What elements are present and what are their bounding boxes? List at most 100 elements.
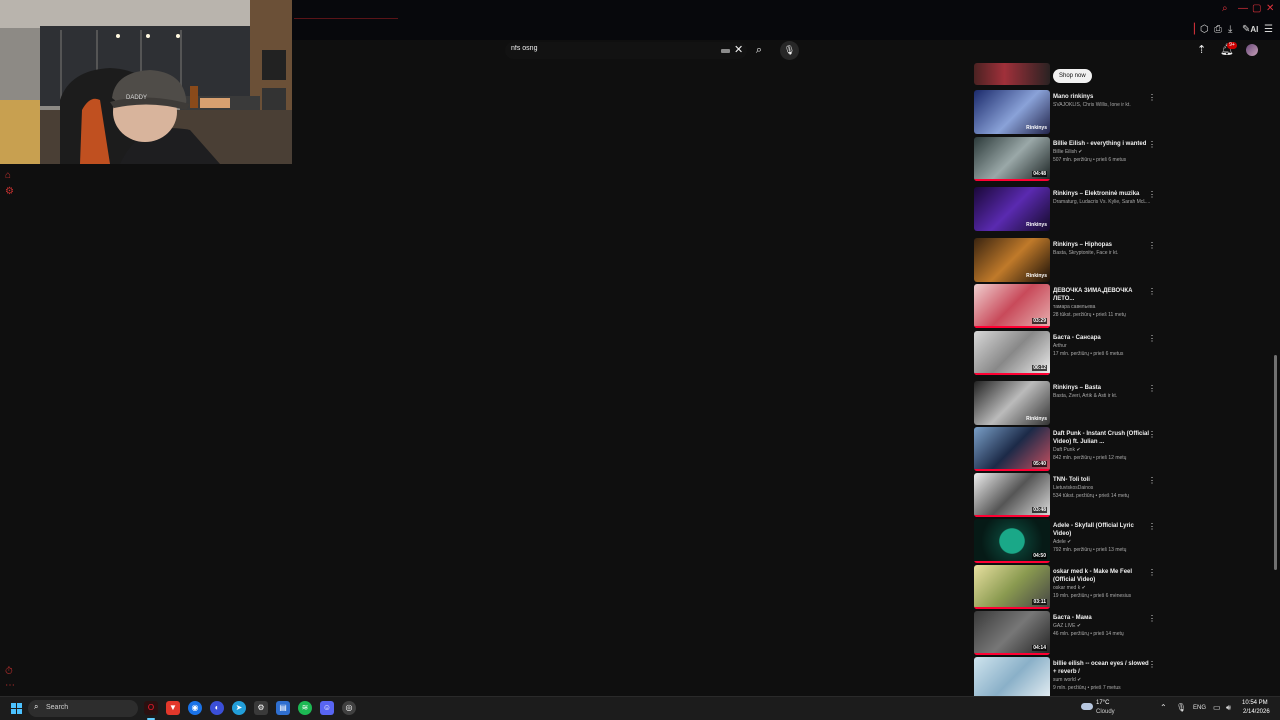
input-language[interactable]: ENG	[1193, 705, 1206, 711]
channel-name[interactable]: oskar med k ✔	[1053, 584, 1153, 592]
taskbar-search[interactable]: ⌕ Search	[28, 700, 138, 717]
channel-name[interactable]: SVAJOKLIS, Chris Willis, Ione ir kt.	[1053, 101, 1153, 109]
sidebar-settings-icon[interactable]: ⚙	[5, 186, 14, 197]
more-actions-icon[interactable]: ⋮	[1148, 93, 1156, 102]
video-thumbnail[interactable]: Rinkinys	[974, 187, 1050, 231]
more-actions-icon[interactable]: ⋮	[1148, 522, 1156, 531]
opera-app-icon[interactable]: O	[144, 701, 158, 715]
more-actions-icon[interactable]: ⋮	[1148, 384, 1156, 393]
video-thumbnail[interactable]: 04:50	[974, 519, 1050, 563]
channel-name[interactable]: GAZ LIVE ✔	[1053, 622, 1153, 630]
account-avatar[interactable]	[1246, 44, 1258, 56]
ad-thumbnail[interactable]	[974, 63, 1050, 85]
recommendation-item[interactable]: 04:14 Баста - Мама GAZ LIVE ✔ 46 mln. perži…	[974, 611, 1156, 657]
video-thumbnail[interactable]: Rinkinys	[974, 238, 1050, 282]
recommendation-item[interactable]: 03:11 oskar med k - Make Me Feel (Officia…	[974, 565, 1156, 611]
video-title[interactable]: Баста - Мама	[1053, 614, 1153, 622]
obs-app-icon[interactable]: ◎	[342, 701, 356, 715]
search-input[interactable]	[511, 45, 711, 52]
arc-app-icon[interactable]: ◐	[210, 701, 224, 715]
channel-name[interactable]: LietuviskosDainos	[1053, 484, 1153, 492]
close-window-icon[interactable]: ✕	[1266, 3, 1274, 14]
video-thumbnail[interactable]: 03:48	[974, 473, 1050, 517]
video-thumbnail[interactable]: Rinkinys	[974, 90, 1050, 134]
tray-volume-icon[interactable]: 🔊︎	[1226, 703, 1231, 713]
maximize-icon[interactable]: ▢	[1252, 3, 1261, 14]
more-actions-icon[interactable]: ⋮	[1148, 660, 1156, 669]
weather-temperature[interactable]: 17°C	[1096, 700, 1109, 706]
cloud-icon[interactable]	[1081, 703, 1093, 710]
more-actions-icon[interactable]: ⋮	[1148, 190, 1156, 199]
menu-icon[interactable]: ☰	[1264, 24, 1273, 35]
video-title[interactable]: Баста - Сансара	[1053, 334, 1153, 342]
video-title[interactable]: Daft Punk - Instant Crush (Official Vide…	[1053, 430, 1153, 446]
recommendation-item[interactable]: 04:50 Adele - Skyfall (Official Lyric Vid…	[974, 519, 1156, 565]
search-button[interactable]: ⌕	[749, 42, 769, 59]
recommendation-item[interactable]: 06:12 Баста - Сансара Arthur 17 mln. peržiū…	[974, 331, 1156, 377]
video-thumbnail[interactable]: 06:12	[974, 331, 1050, 375]
download-icon[interactable]: ⤓	[1228, 24, 1232, 35]
recommendation-item[interactable]: Rinkinys Rinkinys – Hiphopas Basta, Skrypt…	[974, 238, 1156, 284]
weather-condition[interactable]: Cloudy	[1096, 709, 1115, 715]
spotify-app-icon[interactable]: ≋	[298, 701, 312, 715]
channel-name[interactable]: Basta, Skryptonite, Face ir kt.	[1053, 249, 1153, 257]
more-actions-icon[interactable]: ⋮	[1148, 287, 1156, 296]
tray-microphone-icon[interactable]: 🎙︎	[1176, 703, 1186, 712]
recommendation-item[interactable]: 04:48 Billie Eilish - everything i wanted…	[974, 137, 1156, 183]
more-actions-icon[interactable]: ⋮	[1148, 430, 1156, 439]
notepad-app-icon[interactable]: ▤	[276, 701, 290, 715]
browser-search-icon[interactable]: ⌕	[1222, 3, 1228, 14]
channel-name[interactable]: тамара савельева	[1053, 303, 1153, 311]
video-thumbnail[interactable]: 03:11	[974, 565, 1050, 609]
scrollbar-thumb[interactable]	[1274, 355, 1277, 570]
recommendation-item[interactable]: 03:48 TNN- Toli toli LietuviskosDainos 534 …	[974, 473, 1156, 519]
more-actions-icon[interactable]: ⋮	[1148, 140, 1156, 149]
keyboard-icon[interactable]	[721, 49, 730, 53]
recommendation-item[interactable]: Rinkinys Mano rinkinys SVAJOKLIS, Chris Wi…	[974, 90, 1156, 136]
more-actions-icon[interactable]: ⋮	[1148, 568, 1156, 577]
shop-now-button[interactable]: Shop now	[1053, 69, 1092, 83]
video-title[interactable]: ДЕВОЧКА ЗИМА,ДЕВОЧКА ЛЕТО...	[1053, 287, 1153, 303]
video-thumbnail[interactable]: 05:40	[974, 427, 1050, 471]
minimize-icon[interactable]: —	[1238, 3, 1248, 14]
video-title[interactable]: Adele - Skyfall (Official Lyric Video)	[1053, 522, 1153, 538]
video-title[interactable]: oskar med k - Make Me Feel (Official Vid…	[1053, 568, 1153, 584]
channel-name[interactable]: Basta, Zveri, Artik & Asti ir kt.	[1053, 392, 1153, 400]
discord-app-icon[interactable]: ☺	[320, 701, 334, 715]
video-title[interactable]: billie eilish -- ocean eyes / slowed + r…	[1053, 660, 1153, 676]
video-thumbnail[interactable]	[974, 657, 1050, 701]
upload-icon[interactable]: ⇡	[1197, 43, 1206, 56]
video-thumbnail[interactable]: Rinkinys	[974, 381, 1050, 425]
ai-button[interactable]: ✎AI	[1242, 24, 1258, 35]
clear-search-icon[interactable]: ✕	[734, 43, 743, 56]
channel-name[interactable]: Billie Eilish ✔	[1053, 148, 1153, 156]
recommendation-item[interactable]: 05:40 Daft Punk - Instant Crush (Official…	[974, 427, 1156, 473]
more-actions-icon[interactable]: ⋮	[1148, 241, 1156, 250]
video-thumbnail[interactable]: 03:29	[974, 284, 1050, 328]
channel-name[interactable]: Arthur	[1053, 342, 1153, 350]
windows-start-icon[interactable]	[11, 703, 22, 714]
video-thumbnail[interactable]: 04:48	[974, 137, 1050, 181]
channel-name[interactable]: Dramaturg, Ludacris Vs. Kylie, Sarah McL…	[1053, 198, 1153, 206]
video-title[interactable]: Rinkinys – Basta	[1053, 384, 1153, 392]
tray-display-icon[interactable]: ▭	[1213, 703, 1221, 712]
video-title[interactable]: Rinkinys – Elektroninė muzika	[1053, 190, 1153, 198]
video-title[interactable]: Mano rinkinys	[1053, 93, 1153, 101]
video-title[interactable]: Rinkinys – Hiphopas	[1053, 241, 1153, 249]
telegram-app-icon[interactable]: ➤	[232, 701, 246, 715]
sidebar-home-icon[interactable]: ⌂	[5, 170, 11, 181]
video-thumbnail[interactable]: 04:14	[974, 611, 1050, 655]
video-title[interactable]: TNN- Toli toli	[1053, 476, 1153, 484]
settings-app-icon[interactable]: ⚙	[254, 701, 268, 715]
more-actions-icon[interactable]: ⋮	[1148, 476, 1156, 485]
snapshot-icon[interactable]: ⎙	[1214, 24, 1222, 35]
chrome-app-icon[interactable]: ◉	[188, 701, 202, 715]
channel-name[interactable]: Adele ✔	[1053, 538, 1153, 546]
extensions-icon[interactable]: ⬡	[1200, 24, 1209, 35]
channel-name[interactable]: Daft Punk ✔	[1053, 446, 1153, 454]
tray-overflow-icon[interactable]: ⌃	[1160, 703, 1167, 712]
more-actions-icon[interactable]: ⋮	[1148, 614, 1156, 623]
clock-date[interactable]: 2/14/2026	[1243, 709, 1270, 715]
sidebar-more-icon[interactable]: ⋯	[5, 680, 15, 691]
recommendation-item[interactable]: Rinkinys Rinkinys – Elektroninė muzika Dra…	[974, 187, 1156, 233]
